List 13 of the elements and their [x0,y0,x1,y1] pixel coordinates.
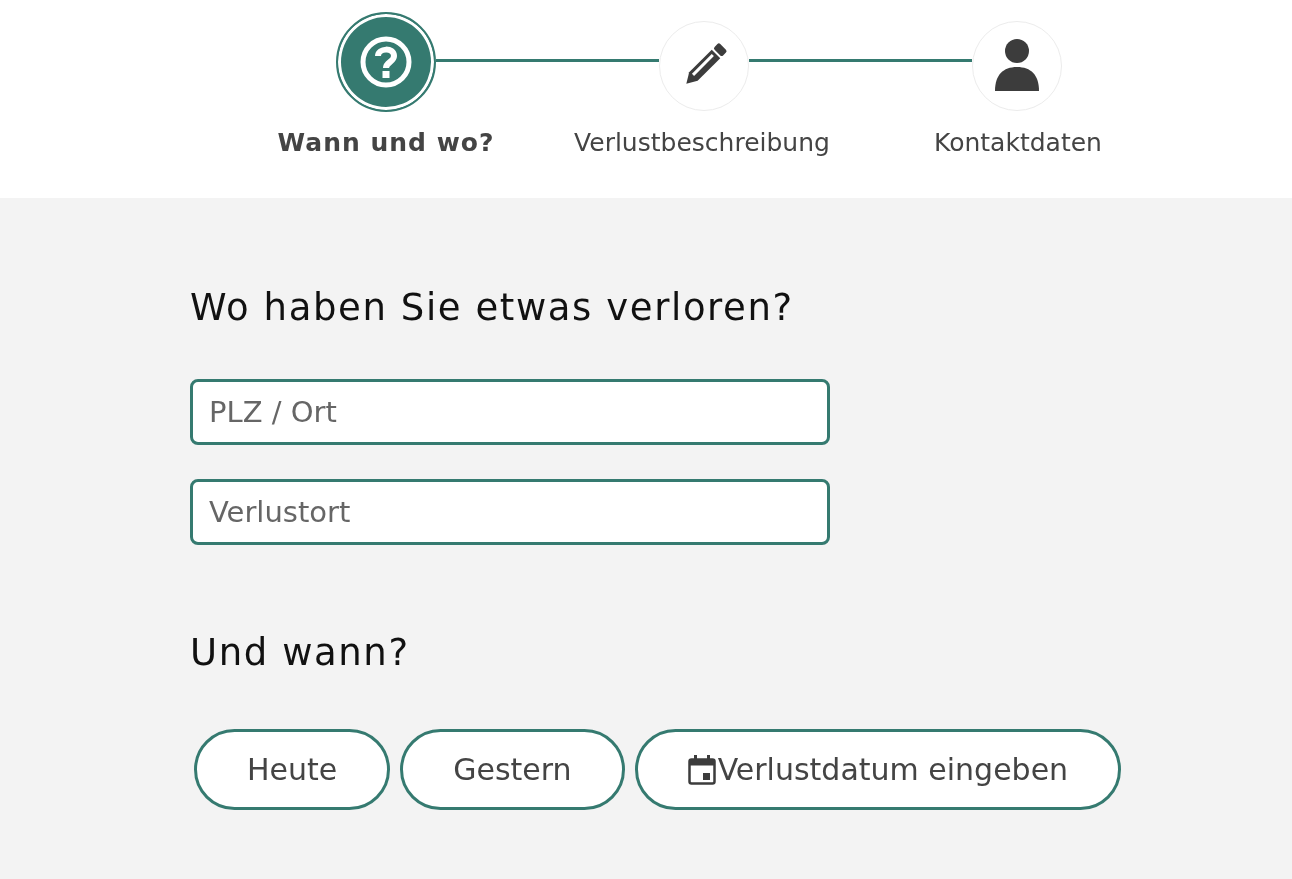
step-label: Kontaktdaten [934,127,1102,159]
text-field[interactable]: Verlustort [190,479,830,545]
date-preset-button[interactable]: Gestern [400,729,625,810]
calendar-icon [687,754,716,785]
step-label: Verlustbeschreibung [574,127,830,159]
person-icon [993,39,1041,93]
section-heading: Wo haben Sie etwas verloren? [190,286,794,330]
step-label: Wann und wo? [277,127,495,159]
question-mark-icon [360,36,412,88]
date-preset-button[interactable]: Heute [194,729,391,810]
text-field[interactable]: PLZ / Ort [190,379,830,445]
date-picker-button[interactable]: Verlustdatum eingeben [634,729,1122,810]
section-heading: Und wann? [190,631,410,675]
